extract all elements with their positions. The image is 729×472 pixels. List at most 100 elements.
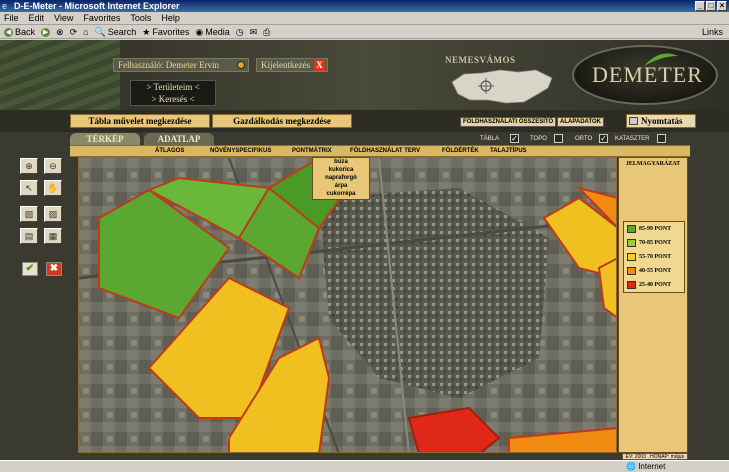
printer-icon [629, 117, 638, 125]
town-name: NEMESVÁMOS [445, 55, 516, 65]
start-field-operation-button[interactable]: Tábla művelet megkezdése [70, 114, 210, 128]
menu-file[interactable]: File [4, 12, 19, 24]
demeter-app: Felhasználó: Demeter Ervin Kijelentkezés… [0, 40, 729, 460]
security-zone: 🌐 Internet [626, 462, 666, 471]
history-button[interactable]: ◷ [236, 27, 244, 38]
edit-polygon-icon[interactable]: ▤ [20, 228, 38, 244]
field-banner-image [0, 40, 120, 110]
layer-point-matrix[interactable]: PONTMÁTRIX [292, 146, 332, 157]
cancel-x-icon[interactable]: ✖ [46, 262, 62, 276]
draw-polygon-icon[interactable]: ▨ [44, 206, 62, 222]
layer-average[interactable]: ÁTLAGOS [155, 146, 184, 157]
crop-dropdown[interactable]: búza kukorica napraforgó árpa cukorrépa [312, 157, 370, 200]
nav-my-areas[interactable]: > Területeim < [131, 81, 215, 93]
crop-option[interactable]: búza [313, 158, 369, 166]
map-tools: ⊕ ⊖ ↖ ✋ ▧ ▨ ▤ ▦ ✔ ✖ [18, 158, 68, 288]
close-button[interactable]: × [717, 1, 727, 11]
ie-icon: e [2, 1, 8, 11]
menu-view[interactable]: View [54, 12, 73, 24]
legend-box: 85-99 PONT 70-85 PONT 55-70 PONT 40-55 P… [623, 221, 685, 293]
print-button[interactable]: Nyomtatás [626, 114, 696, 128]
legend-swatch [627, 253, 636, 261]
window-title: D-E-Meter - Microsoft Internet Explorer [14, 1, 180, 11]
maximize-button[interactable]: □ [706, 1, 716, 11]
stop-button[interactable]: ⊗ [56, 27, 64, 38]
legend-item: 70-85 PONT [627, 238, 671, 248]
layer-selector: ÁTLAGOS NÖVÉNYSPECIFIKUS PONTMÁTRIX FÖLD… [70, 145, 690, 157]
menu-bar: File Edit View Favorites Tools Help [0, 12, 729, 25]
map-canvas[interactable] [78, 157, 617, 453]
aerial-map [79, 158, 616, 452]
back-arrow-icon: ◀ [4, 27, 13, 37]
search-icon: 🔍 [94, 26, 106, 37]
mail-button[interactable]: ✉ [250, 27, 258, 38]
nav-search[interactable]: > Keresés < [131, 93, 215, 105]
legend-swatch [627, 267, 636, 275]
basic-data-button[interactable]: ALAPADATOK [557, 117, 604, 127]
hungary-map-icon [451, 69, 553, 104]
legend-item: 40-55 PONT [627, 266, 671, 276]
forward-button[interactable]: ▶ [41, 27, 51, 37]
menu-help[interactable]: Help [161, 12, 180, 24]
check-icon: ✓ [510, 134, 519, 143]
layer-land-value[interactable]: FÖLDÉRTÉK [442, 146, 479, 157]
forward-arrow-icon: ▶ [41, 27, 51, 37]
minimize-button[interactable]: _ [695, 1, 705, 11]
title-bar: e D-E-Meter - Microsoft Internet Explore… [0, 0, 729, 12]
pan-hand-icon[interactable]: ✋ [44, 180, 62, 196]
app-header: Felhasználó: Demeter Ervin Kijelentkezés… [0, 40, 729, 110]
media-icon: ◉ [195, 26, 204, 37]
layer-crop-specific[interactable]: NÖVÉNYSPECIFIKUS [210, 146, 271, 157]
split-polygon-icon[interactable]: ▦ [44, 228, 62, 244]
checkbox-orto[interactable]: ORTO ✓ [575, 133, 615, 145]
checkbox-tabla[interactable]: TÁBLA ✓ [480, 133, 525, 145]
legend-item: 85-99 PONT [627, 224, 671, 234]
tab-datasheet[interactable]: ADATLAP [144, 133, 214, 145]
layer-land-use-plan[interactable]: FÖLDHASZNÁLAT TERV [350, 146, 420, 157]
browser-toolbar: ◀ Back ▶ ⊗ ⟳ ⌂ 🔍 Search ★ Favorites ◉ Media … [0, 26, 729, 39]
menu-tools[interactable]: Tools [130, 12, 151, 24]
empty-checkbox-icon [554, 134, 563, 143]
legend-item: 25-40 PONT [627, 280, 671, 290]
home-button[interactable]: ⌂ [83, 27, 88, 37]
crop-option[interactable]: napraforgó [313, 174, 369, 182]
legend-swatch [627, 239, 636, 247]
check-icon: ✓ [599, 134, 608, 143]
back-button[interactable]: ◀ Back [4, 27, 35, 37]
date-label: ÉV: 2003 . HÓNAP: május [621, 453, 688, 460]
logout-button[interactable]: Kijelentkezés X [256, 58, 328, 72]
map-footer: ÉV: 2003 . HÓNAP: május [78, 453, 688, 460]
pointer-icon[interactable]: ↖ [20, 180, 38, 196]
menu-favorites[interactable]: Favorites [83, 12, 120, 24]
legend-swatch [627, 225, 636, 233]
refresh-button[interactable]: ⟳ [70, 27, 78, 38]
zoom-in-icon[interactable]: ⊕ [20, 158, 38, 174]
start-farming-button[interactable]: Gazdálkodás megkezdése [212, 114, 352, 128]
favorites-button[interactable]: ★ Favorites [142, 27, 189, 38]
select-area-icon[interactable]: ▧ [20, 206, 38, 222]
nav-box: > Területeim < > Keresés < [130, 80, 216, 106]
menu-edit[interactable]: Edit [29, 12, 45, 24]
view-tabs: TÉRKÉP ADATLAP TÁBLA ✓ TOPO ORTO ✓ KATAS… [70, 133, 690, 145]
status-bar: 🌐 Internet [0, 460, 729, 472]
legend-swatch [627, 281, 636, 289]
crop-option[interactable]: kukorica [313, 166, 369, 174]
zoom-out-icon[interactable]: ⊖ [44, 158, 62, 174]
crop-option[interactable]: cukorrépa [313, 190, 369, 198]
links-label[interactable]: Links [702, 26, 723, 39]
crop-option[interactable]: árpa [313, 182, 369, 190]
legend-title: JELMAGYARÁZAT [625, 161, 681, 167]
print-browser-button[interactable]: ⎙ [263, 27, 270, 38]
user-status-dot [237, 61, 245, 69]
search-button[interactable]: 🔍 Search [95, 27, 137, 38]
checkbox-kataszter[interactable]: KATASZTER [615, 133, 685, 145]
checkbox-topo[interactable]: TOPO [530, 133, 570, 145]
land-use-summary-button[interactable]: FÖLDHASZNÁLATI ÖSSZESÍTŐ [460, 117, 557, 127]
media-button[interactable]: ◉ Media [195, 27, 229, 38]
layer-soil-type[interactable]: TALAJTÍPUS [490, 146, 527, 157]
action-menu: Tábla művelet megkezdése Gazdálkodás meg… [0, 110, 729, 132]
ok-check-icon[interactable]: ✔ [22, 262, 38, 276]
tab-map[interactable]: TÉRKÉP [70, 133, 140, 145]
empty-checkbox-icon [657, 134, 666, 143]
user-box: Felhasználó: Demeter Ervin [113, 58, 249, 72]
